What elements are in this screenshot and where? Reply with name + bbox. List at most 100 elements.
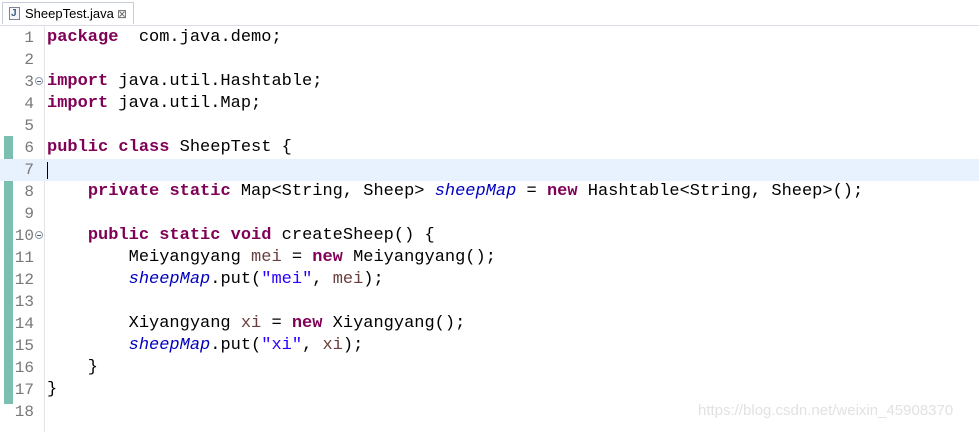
code-line[interactable]: 3 import java.util.Hashtable; — [0, 71, 979, 93]
code-text: public class SheepTest { — [47, 137, 292, 159]
code-line[interactable]: 5 — [0, 115, 979, 137]
token: = — [281, 248, 313, 267]
token: com.java.demo; — [118, 28, 282, 47]
code-text: sheepMap.put("xi", xi); — [47, 335, 364, 357]
code-line[interactable]: 10 public static void createSheep() { — [0, 225, 979, 247]
code-text: } — [47, 357, 98, 379]
line-number: 6 — [24, 139, 34, 157]
token-kw: public — [47, 138, 109, 157]
code-line[interactable]: 7 — [0, 159, 979, 181]
code-line[interactable]: 4 import java.util.Map; — [0, 93, 979, 115]
token: Hashtable<String, Sheep>(); — [577, 182, 864, 201]
code-line[interactable]: 12 sheepMap.put("mei", mei); — [0, 269, 979, 291]
token: createSheep() { — [271, 226, 435, 245]
editor-tab-bar: J SheepTest.java ⊠ — [0, 0, 979, 26]
close-icon[interactable]: ⊠ — [117, 6, 127, 22]
fold-collapse-icon[interactable] — [35, 231, 43, 239]
token-kw: new — [312, 248, 343, 267]
code-line[interactable]: 11 Meiyangyang mei = new Meiyangyang(); — [0, 247, 979, 269]
line-number: 2 — [24, 51, 34, 69]
token: .put( — [210, 336, 262, 355]
token: = — [261, 314, 292, 333]
token-field: sheepMap — [128, 336, 211, 355]
fold-collapse-icon[interactable] — [35, 77, 43, 85]
line-number: 3 — [24, 73, 34, 91]
text-caret — [47, 162, 48, 179]
line-number: 4 — [24, 95, 34, 113]
token: } — [47, 358, 99, 377]
token-kw: package — [47, 28, 119, 47]
token: Xiyangyang — [47, 314, 241, 333]
token-field: sheepMap — [128, 270, 211, 289]
code-text: sheepMap.put("mei", mei); — [47, 269, 384, 291]
token-kw: import — [47, 94, 109, 113]
code-text: Meiyangyang mei = new Meiyangyang(); — [47, 247, 496, 269]
tab-label: SheepTest.java — [25, 6, 114, 21]
code-line[interactable]: 1 package com.java.demo; — [0, 27, 979, 49]
token: = — [516, 182, 547, 201]
token-kw: new — [546, 182, 578, 201]
token-kw: new — [291, 314, 323, 333]
code-text: private static Map<String, Sheep> sheepM… — [47, 181, 863, 203]
token-local: mei — [332, 270, 364, 289]
code-text: import java.util.Map; — [47, 93, 261, 115]
line-number: 8 — [24, 183, 34, 201]
code-line[interactable]: 13 — [0, 291, 979, 313]
token: Xiyangyang(); — [322, 314, 466, 333]
code-text: Xiyangyang xi = new Xiyangyang(); — [47, 313, 466, 335]
code-text: import java.util.Hashtable; — [47, 71, 322, 93]
line-number: 12 — [14, 271, 34, 289]
token: SheepTest { — [169, 138, 292, 157]
token: Meiyangyang(); — [342, 248, 496, 267]
token-local: xi — [322, 336, 343, 355]
token-kw: private — [87, 182, 160, 201]
token-local: mei — [251, 248, 282, 267]
code-line[interactable]: 2 — [0, 49, 979, 71]
code-text: package com.java.demo; — [47, 27, 282, 49]
line-number: 17 — [14, 381, 34, 399]
token-kw: import — [47, 72, 109, 91]
code-text: } — [47, 379, 57, 401]
token: , — [302, 336, 323, 355]
token-kw: static — [169, 182, 231, 201]
line-number: 5 — [24, 117, 34, 135]
token: java.util.Map; — [108, 94, 262, 113]
token-kw: static — [159, 226, 221, 245]
token: .put( — [210, 270, 262, 289]
token-str: "xi" — [261, 336, 303, 355]
token-kw: public — [87, 226, 150, 245]
line-number: 7 — [24, 161, 34, 179]
code-line[interactable]: 6 public class SheepTest { — [0, 137, 979, 159]
line-number: 9 — [24, 205, 34, 223]
code-line[interactable]: 14 Xiyangyang xi = new Xiyangyang(); — [0, 313, 979, 335]
line-number: 13 — [14, 293, 34, 311]
token: , — [312, 270, 333, 289]
line-number: 10 — [14, 227, 34, 245]
code-line[interactable]: 16 } — [0, 357, 979, 379]
java-file-icon: J — [9, 7, 20, 20]
code-text: public static void createSheep() { — [47, 225, 435, 247]
code-line[interactable]: 17} — [0, 379, 979, 401]
code-line[interactable]: 8 private static Map<String, Sheep> shee… — [0, 181, 979, 203]
watermark: https://blog.csdn.net/weixin_45908370 — [698, 402, 954, 419]
token-field: sheepMap — [434, 182, 517, 201]
token: } — [47, 380, 58, 399]
code-line[interactable]: 9 — [0, 203, 979, 225]
token-local: xi — [240, 314, 262, 333]
line-number: 14 — [14, 315, 34, 333]
tab-sheeptest-java[interactable]: J SheepTest.java ⊠ — [2, 2, 134, 24]
token-kw: class — [118, 138, 170, 157]
code-editor[interactable]: 1 package com.java.demo; 2 3 import java.uti… — [0, 26, 979, 432]
line-number: 16 — [14, 359, 34, 377]
line-number: 11 — [14, 249, 34, 267]
code-line[interactable]: 15 sheepMap.put("xi", xi); — [0, 335, 979, 357]
token-str: "mei" — [261, 270, 313, 289]
token-kw: void — [230, 226, 272, 245]
